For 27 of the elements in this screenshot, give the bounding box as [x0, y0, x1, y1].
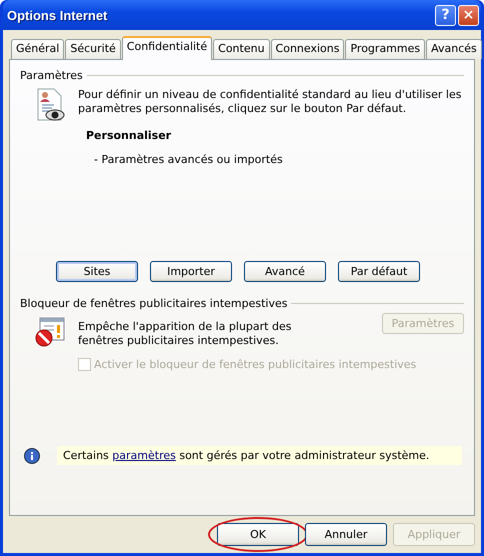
privacy-level-title: Personnaliser [86, 129, 172, 142]
checkbox-label: Activer le bloqueur de fenêtres publicitaires intempestives [94, 358, 416, 371]
dialog-button[interactable]: Sites [56, 261, 138, 282]
window-title: Options Internet [7, 8, 108, 22]
tab[interactable]: Connexions [270, 39, 344, 59]
close-button[interactable]: × [458, 4, 479, 26]
dialog-button[interactable]: Annuler [305, 523, 387, 546]
group-heading: Bloqueur de fenêtres publicitaires intempestives [20, 297, 288, 310]
dialog-button[interactable]: Avancé [244, 261, 326, 282]
tab[interactable]: Confidentialité [122, 36, 212, 60]
tab[interactable]: Général [11, 39, 64, 59]
blocked-window-icon [34, 316, 66, 348]
tab[interactable]: Sécurité [65, 39, 121, 59]
tab[interactable]: Programmes [345, 39, 426, 59]
help-button[interactable]: ? [435, 4, 456, 26]
description-text: Empêche l'apparition de la plupart des fenêtres publicitaires intempestives. [78, 320, 292, 348]
dialog-button[interactable]: Importer [150, 261, 232, 282]
dialog-button[interactable]: Par défaut [338, 261, 420, 282]
settings-link[interactable]: paramètres [112, 449, 176, 462]
privacy-level-detail: - Paramètres avancés ou importés [94, 153, 284, 166]
info-message: Certains paramètres sont gérés par votre administrateur système. [57, 446, 462, 465]
dialog-button[interactable]: OK [217, 523, 299, 546]
info-icon [24, 448, 40, 464]
tab[interactable]: Contenu [213, 39, 270, 59]
group-heading: Paramètres [20, 69, 83, 82]
description-text: Pour définir un niveau de confidentialité standard au lieu d'utiliser les paramètres personnalisés, cliquez sur le bouton Par défaut. [78, 88, 462, 116]
tab[interactable]: Avancés [426, 39, 482, 59]
